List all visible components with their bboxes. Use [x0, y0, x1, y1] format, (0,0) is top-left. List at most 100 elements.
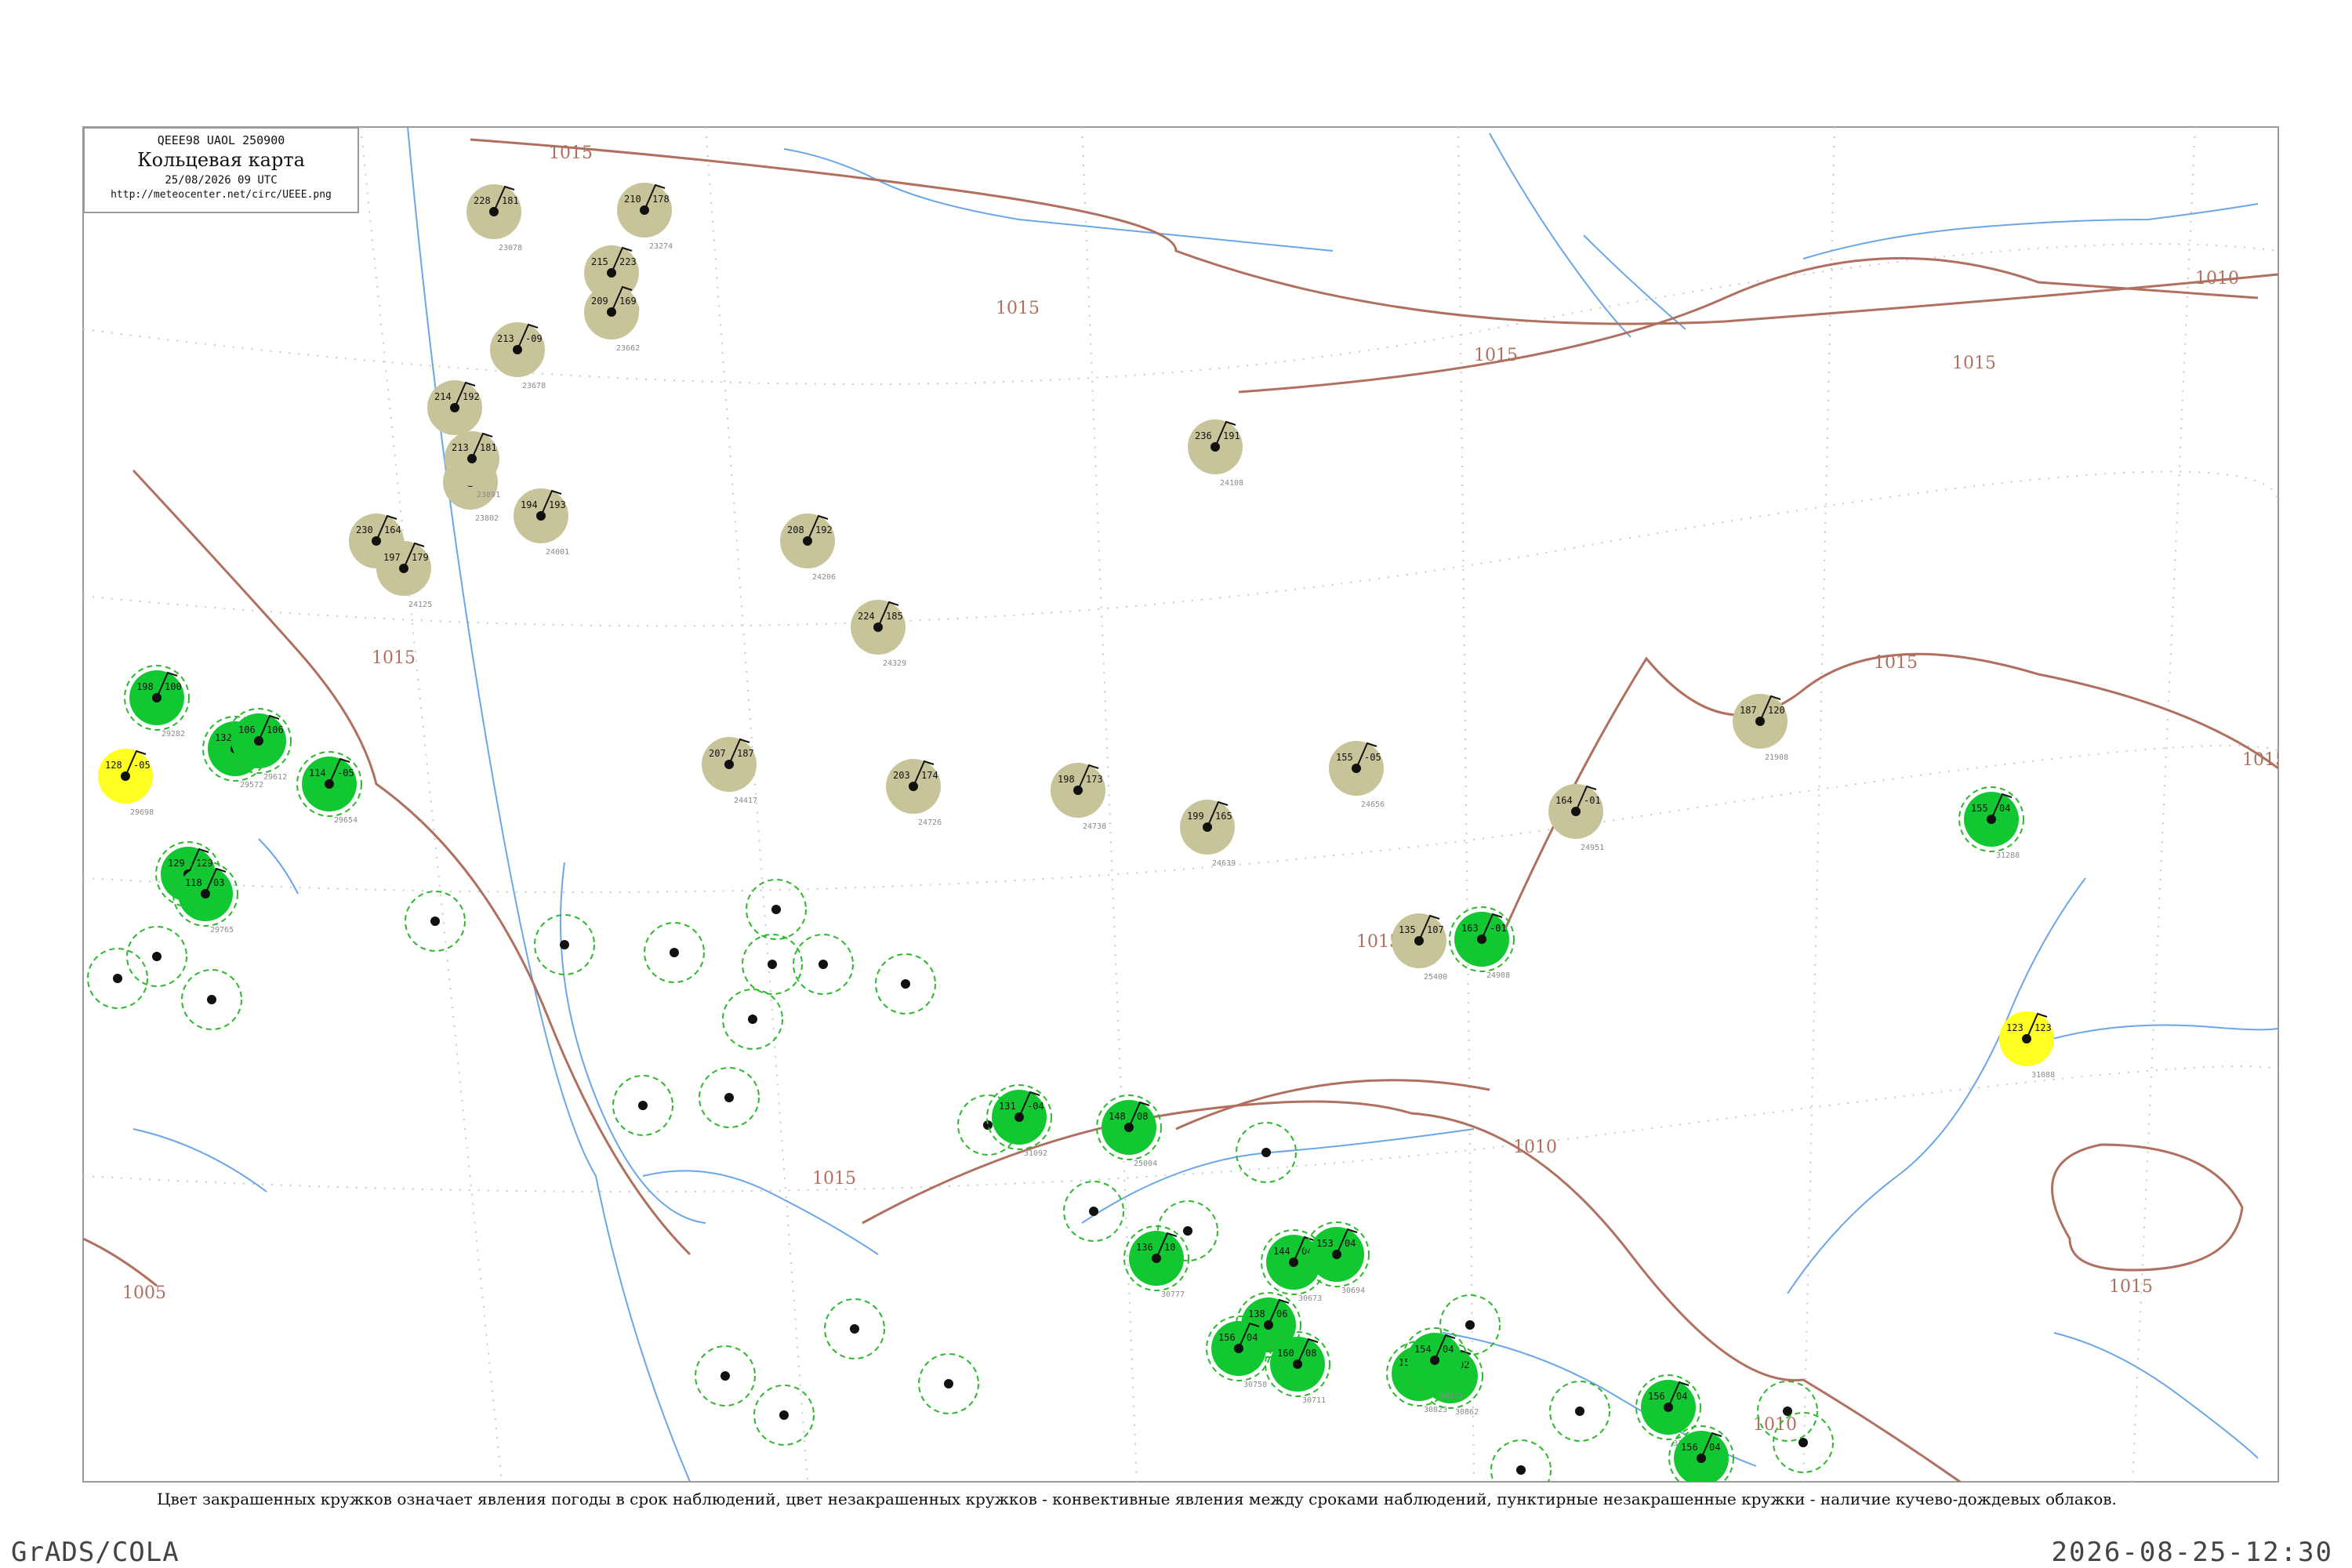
station-pressure-tendency: -05 — [133, 760, 151, 771]
station-index: 30758 — [1243, 1381, 1267, 1389]
station-temperature: 155 — [1336, 752, 1353, 763]
station-pressure-tendency: -09 — [525, 333, 543, 344]
station-pressure-tendency: 107 — [1427, 924, 1444, 935]
station-temperature: 213 — [452, 442, 469, 453]
station-temperature: 132 — [215, 732, 232, 743]
station-temperature: 156 — [1681, 1442, 1698, 1453]
station-temperature: 214 — [434, 391, 452, 402]
footer-timestamp: 2026-08-25-12:30 — [2051, 1537, 2333, 1568]
station-index: 24951 — [1581, 844, 1604, 852]
map-header-box: QEEE98 UAOL 250900 Кольцевая карта 25/08… — [83, 127, 359, 213]
station-temperature: 156 — [1648, 1391, 1665, 1402]
station-index: 24329 — [883, 659, 906, 668]
station-temperature: 155 — [1971, 803, 1988, 814]
station-index: 24108 — [1220, 479, 1243, 488]
station-pressure-tendency: -05 — [337, 768, 354, 779]
station-index: 23274 — [649, 242, 673, 251]
station-pressure-tendency: 185 — [886, 611, 903, 622]
station-index: 31092 — [1024, 1149, 1047, 1158]
isobar-label: 1015 — [2109, 1277, 2153, 1297]
station-temperature: 163 — [1461, 923, 1479, 934]
station-pressure-tendency: 181 — [502, 195, 519, 206]
station-pressure-tendency: 178 — [652, 194, 670, 205]
station-temperature: 213 — [497, 333, 514, 344]
station-index: 30694 — [1341, 1287, 1365, 1295]
station-pressure-tendency: 03 — [213, 877, 224, 888]
station-index: 29698 — [130, 808, 154, 817]
station-index: 24656 — [1361, 800, 1385, 809]
station-index: 29612 — [263, 773, 287, 782]
station-temperature: 198 — [1058, 774, 1075, 785]
station-index: 30673 — [1298, 1294, 1322, 1303]
station-temperature: 194 — [521, 499, 538, 510]
station-temperature: 135 — [1399, 924, 1416, 935]
station-pressure-tendency: 169 — [619, 296, 637, 307]
station-index: 24206 — [812, 573, 836, 582]
station-temperature: 230 — [356, 524, 373, 535]
station-index: 24738 — [1083, 822, 1106, 831]
station-temperature: 210 — [624, 194, 641, 205]
station-temperature: 114 — [309, 768, 326, 779]
footer-software: GrADS/COLA — [11, 1537, 180, 1568]
station-temperature: 129 — [168, 858, 185, 869]
station-index: 23678 — [522, 382, 546, 390]
station-index: 30711 — [1302, 1396, 1326, 1405]
station-temperature: 123 — [2006, 1022, 2024, 1033]
station-index: 25004 — [1134, 1160, 1157, 1168]
isobar-label: 1010 — [2195, 269, 2239, 289]
station-index: 24908 — [1486, 971, 1510, 980]
station-temperature: 144 — [1273, 1246, 1290, 1257]
station-index: 29765 — [210, 926, 234, 935]
station-temperature: 128 — [105, 760, 122, 771]
station-temperature: 236 — [1195, 430, 1212, 441]
isobar-label: 1015 — [1952, 354, 1996, 373]
isobar-label: 1015 — [1474, 346, 1518, 365]
station-pressure-tendency: 04 — [1345, 1238, 1356, 1249]
station-temperature: 164 — [1555, 795, 1573, 806]
station-pressure-tendency: 193 — [549, 499, 566, 510]
station-pressure-tendency: 123 — [2034, 1022, 2052, 1033]
station-pressure-tendency: 04 — [1999, 803, 2010, 814]
station-index: 23662 — [616, 344, 640, 353]
station-temperature: 131 — [999, 1101, 1016, 1112]
station-temperature: 153 — [1316, 1238, 1334, 1249]
bulletin-code: QEEE98 UAOL 250900 — [157, 133, 285, 147]
station-pressure-tendency: 192 — [815, 524, 833, 535]
map-datetime: 25/08/2026 09 UTC — [165, 174, 278, 187]
station-pressure-tendency: -04 — [1027, 1101, 1044, 1112]
station-pressure-tendency: 04 — [1709, 1442, 1720, 1453]
station-index: 23891 — [477, 491, 500, 499]
station-index: 31088 — [2031, 1071, 2055, 1080]
station-index: 24417 — [734, 797, 757, 805]
station-index: 29282 — [162, 730, 185, 739]
station-index: 25400 — [1424, 973, 1447, 982]
station-index: 23802 — [475, 514, 499, 523]
legend-caption: Цвет закрашенных кружков означает явлени… — [157, 1490, 2117, 1508]
station-temperature: 156 — [1218, 1332, 1236, 1343]
isobar-label: 1015 — [1874, 653, 1918, 673]
station-temperature: 154 — [1414, 1344, 1432, 1355]
station-index: 30879 — [1439, 1392, 1463, 1401]
station-temperature: 208 — [787, 524, 804, 535]
station-pressure-tendency: 120 — [1768, 705, 1785, 716]
station-temperature: 215 — [591, 256, 608, 267]
station-temperature: 203 — [893, 770, 910, 781]
station-pressure-tendency: -01 — [1490, 923, 1507, 934]
station-pressure-tendency: 192 — [463, 391, 480, 402]
station-pressure-tendency: 100 — [165, 681, 182, 692]
isobar-label: 1015 — [372, 648, 416, 668]
station-pressure-tendency: 08 — [1305, 1348, 1316, 1359]
station-temperature: 160 — [1277, 1348, 1294, 1359]
station-temperature: 228 — [474, 195, 491, 206]
station-pressure-tendency: 223 — [619, 256, 637, 267]
station-temperature: 207 — [709, 748, 726, 759]
station-temperature: 118 — [185, 877, 202, 888]
station-pressure-tendency: 106 — [267, 724, 284, 735]
station-index: 29572 — [240, 781, 263, 789]
station-pressure-tendency: 174 — [921, 770, 938, 781]
station-pressure-tendency: 165 — [1215, 811, 1232, 822]
station-temperature: 198 — [136, 681, 154, 692]
map-url: http://meteocenter.net/circ/UEEE.png — [111, 189, 332, 201]
station-pressure-tendency: 179 — [412, 552, 429, 563]
station-pressure-tendency: 06 — [1276, 1308, 1287, 1319]
